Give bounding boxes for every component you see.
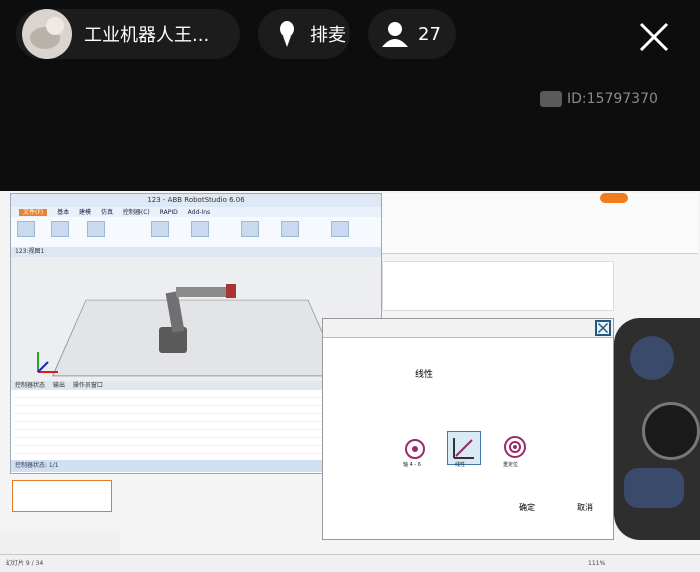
output-tab[interactable]: 操作员窗口 xyxy=(73,382,103,389)
tab-modeling[interactable]: 建模 xyxy=(79,209,91,216)
close-icon[interactable] xyxy=(637,20,671,54)
robot-tool xyxy=(226,284,236,298)
linear-mode-label: 线性 xyxy=(455,462,466,468)
viewer-count[interactable]: 27 xyxy=(368,9,456,59)
ppt-login-badge[interactable] xyxy=(600,193,628,203)
host-info[interactable]: 工业机器人王... xyxy=(16,9,240,59)
slide-thumbnail[interactable] xyxy=(12,480,112,512)
tab-basic[interactable]: 基本 xyxy=(57,209,69,216)
mic-icon xyxy=(280,21,294,47)
flexpendant-header xyxy=(323,319,613,338)
joystick-knob[interactable] xyxy=(642,402,700,460)
tab-rapid[interactable]: RAPID xyxy=(160,209,178,216)
tab-controller[interactable]: 控制器(C) xyxy=(123,209,150,216)
ribbon-button[interactable] xyxy=(281,221,299,237)
ribbon-button[interactable] xyxy=(331,221,349,237)
tab-simulation[interactable]: 仿真 xyxy=(101,209,113,216)
room-id: ID:15797370 xyxy=(540,88,658,110)
view-tab[interactable]: 123:视图1 xyxy=(11,247,381,257)
user-icon xyxy=(382,22,408,47)
ribbon-button[interactable] xyxy=(17,221,35,237)
ribbon-button[interactable] xyxy=(241,221,259,237)
cancel-button[interactable]: 取消 xyxy=(577,502,593,513)
axis-4-6-icon[interactable] xyxy=(399,431,431,463)
output-tab[interactable]: 输出 xyxy=(53,382,65,389)
slide-indicator: 幻灯片 9 / 34 xyxy=(6,560,44,567)
ribbon-button[interactable] xyxy=(151,221,169,237)
ok-button[interactable]: 确定 xyxy=(519,502,535,513)
flexpendant-panel[interactable]: 线性 轴 4 - 6 线性 重定位 确定 取消 xyxy=(322,318,614,540)
ppt-status-bar: 幻灯片 9 / 34 111% xyxy=(0,554,700,572)
ppt-ribbon xyxy=(378,193,698,254)
controller-status: 控制器状态: 1/1 xyxy=(15,462,59,469)
tab-addins[interactable]: Add-Ins xyxy=(188,209,210,216)
close-icon[interactable] xyxy=(595,320,611,336)
mic-queue-label: 排麦 xyxy=(310,25,346,46)
linear-mode-icon[interactable] xyxy=(447,431,481,465)
axis-4-6-label: 轴 4 - 6 xyxy=(403,462,421,468)
reorient-label: 重定位 xyxy=(503,462,519,468)
tab-file[interactable]: 文件(F) xyxy=(19,209,48,216)
ribbon-button[interactable] xyxy=(87,221,105,237)
dpad[interactable] xyxy=(630,336,674,380)
zoom-level[interactable]: 111% xyxy=(588,555,605,572)
robotstudio-ribbon xyxy=(11,217,381,248)
room-id-text: ID:15797370 xyxy=(567,91,658,107)
button-cluster[interactable] xyxy=(624,468,684,508)
motion-mode-label: 线性 xyxy=(415,370,434,380)
robotstudio-tabs: 文件(F) 基本 建模 仿真 控制器(C) RAPID Add-Ins xyxy=(11,207,381,217)
reorient-icon[interactable] xyxy=(499,431,531,463)
host-avatar[interactable] xyxy=(22,9,72,59)
view-tab-label: 123:视图1 xyxy=(15,248,45,255)
ribbon-button[interactable] xyxy=(51,221,69,237)
camera-icon xyxy=(540,91,562,107)
ribbon-button[interactable] xyxy=(191,221,209,237)
ppt-slide-area xyxy=(382,261,614,311)
robotstudio-title: 123 - ABB RobotStudio 6.06 xyxy=(11,194,381,207)
mic-queue-button[interactable]: 排麦 xyxy=(258,9,350,59)
joystick-controller[interactable] xyxy=(614,318,700,540)
output-tab[interactable]: 控制器状态 xyxy=(15,382,45,389)
floor-grid xyxy=(51,299,343,377)
axis-gizmo xyxy=(37,352,58,373)
robot-arm xyxy=(176,287,231,297)
viewer-count-value: 27 xyxy=(418,23,441,45)
host-name: 工业机器人王... xyxy=(84,25,210,46)
